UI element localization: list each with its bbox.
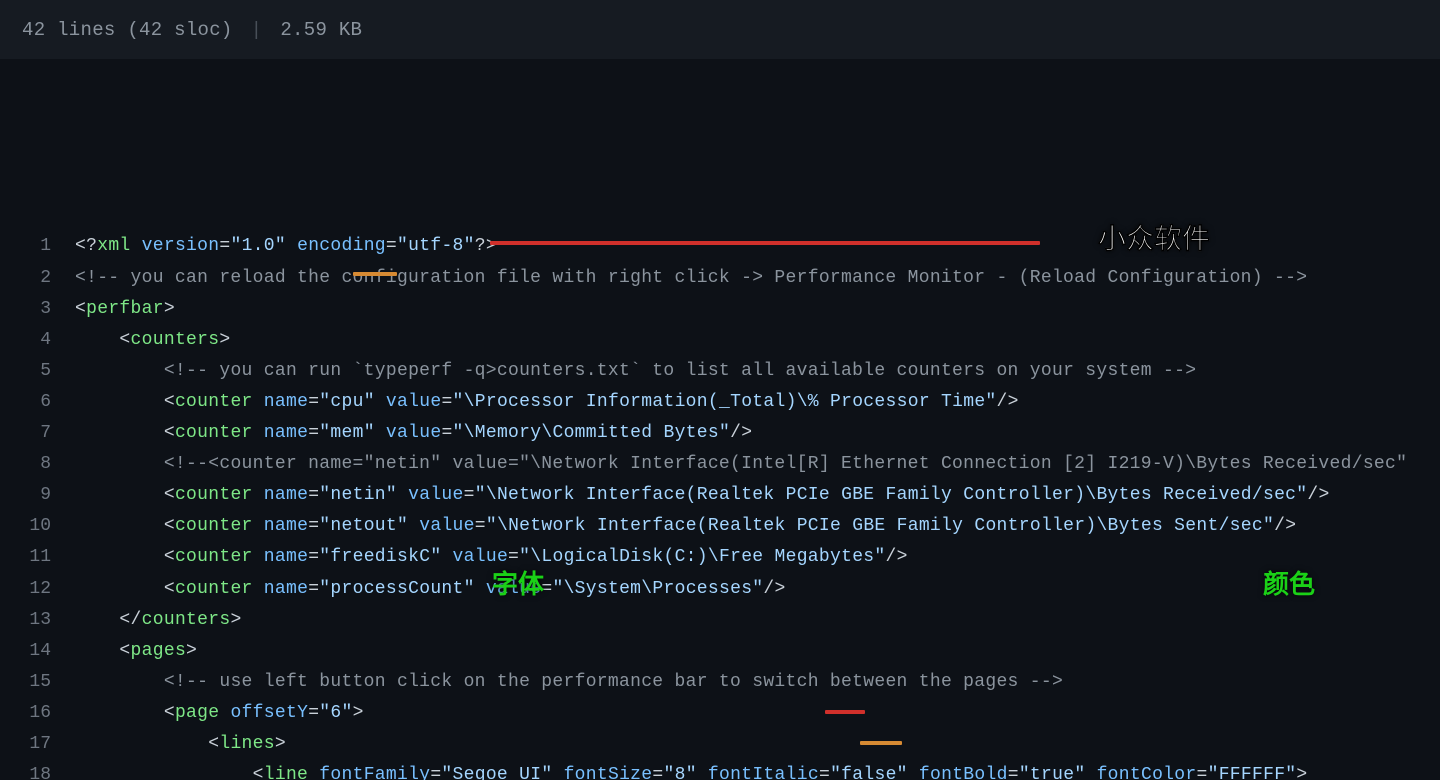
line-number: 12 (0, 574, 75, 605)
code-content: <page offsetY="6"> (75, 698, 364, 729)
code-line[interactable]: 6 <counter name="cpu" value="\Processor … (0, 387, 1440, 418)
file-info-header: 42 lines (42 sloc) | 2.59 KB (0, 0, 1440, 60)
line-number: 4 (0, 325, 75, 356)
line-number: 17 (0, 729, 75, 760)
code-line[interactable]: 17 <lines> (0, 729, 1440, 760)
code-line[interactable]: 9 <counter name="netin" value="\Network … (0, 480, 1440, 511)
line-number: 2 (0, 263, 75, 294)
file-size: 2.59 KB (280, 19, 362, 41)
line-number: 14 (0, 636, 75, 667)
code-line[interactable]: 5 <!-- you can run `typeperf -q>counters… (0, 356, 1440, 387)
code-content: </counters> (75, 605, 242, 636)
code-content: <counter name="netin" value="\Network In… (75, 480, 1330, 511)
code-line[interactable]: 13 </counters> (0, 605, 1440, 636)
line-number: 3 (0, 294, 75, 325)
line-number: 1 (0, 231, 75, 262)
line-number: 15 (0, 667, 75, 698)
code-content: <counter name="processCount" value="\Sys… (75, 574, 786, 605)
code-content: <lines> (75, 729, 286, 760)
code-content: <pages> (75, 636, 197, 667)
code-line[interactable]: 3<perfbar> (0, 294, 1440, 325)
code-line[interactable]: 7 <counter name="mem" value="\Memory\Com… (0, 418, 1440, 449)
code-content: <!-- you can run `typeperf -q>counters.t… (75, 356, 1196, 387)
code-line[interactable]: 12 <counter name="processCount" value="\… (0, 574, 1440, 605)
code-content: <!-- you can reload the configuration fi… (75, 263, 1307, 294)
line-number: 5 (0, 356, 75, 387)
code-line[interactable]: 2<!-- you can reload the configuration f… (0, 263, 1440, 294)
code-content: <line fontFamily="Segoe UI" fontSize="8"… (75, 760, 1308, 780)
code-line[interactable]: 14 <pages> (0, 636, 1440, 667)
code-content: <!--<counter name="netin" value="\Networ… (75, 449, 1407, 480)
code-content: <counter name="freediskC" value="\Logica… (75, 542, 908, 573)
code-viewer[interactable]: 1<?xml version="1.0" encoding="utf-8"?>2… (0, 60, 1440, 780)
code-content: <!-- use left button click on the perfor… (75, 667, 1063, 698)
code-line[interactable]: 18 <line fontFamily="Segoe UI" fontSize=… (0, 760, 1440, 780)
line-number: 6 (0, 387, 75, 418)
line-number: 18 (0, 760, 75, 780)
line-count: 42 lines (42 sloc) (22, 19, 233, 41)
line-number: 11 (0, 542, 75, 573)
line-number: 9 (0, 480, 75, 511)
code-line[interactable]: 11 <counter name="freediskC" value="\Log… (0, 542, 1440, 573)
code-line[interactable]: 15 <!-- use left button click on the per… (0, 667, 1440, 698)
header-separator: | (251, 19, 263, 41)
code-content: <counters> (75, 325, 230, 356)
line-number: 10 (0, 511, 75, 542)
line-number: 8 (0, 449, 75, 480)
code-content: <perfbar> (75, 294, 175, 325)
line-number: 13 (0, 605, 75, 636)
code-line[interactable]: 10 <counter name="netout" value="\Networ… (0, 511, 1440, 542)
code-content: <counter name="netout" value="\Network I… (75, 511, 1296, 542)
code-content: <?xml version="1.0" encoding="utf-8"?> (75, 231, 497, 262)
code-content: <counter name="cpu" value="\Processor In… (75, 387, 1019, 418)
code-line[interactable]: 8 <!--<counter name="netin" value="\Netw… (0, 449, 1440, 480)
code-line[interactable]: 4 <counters> (0, 325, 1440, 356)
code-line[interactable]: 1<?xml version="1.0" encoding="utf-8"?> (0, 231, 1440, 262)
line-number: 16 (0, 698, 75, 729)
code-line[interactable]: 16 <page offsetY="6"> (0, 698, 1440, 729)
code-content: <counter name="mem" value="\Memory\Commi… (75, 418, 752, 449)
line-number: 7 (0, 418, 75, 449)
